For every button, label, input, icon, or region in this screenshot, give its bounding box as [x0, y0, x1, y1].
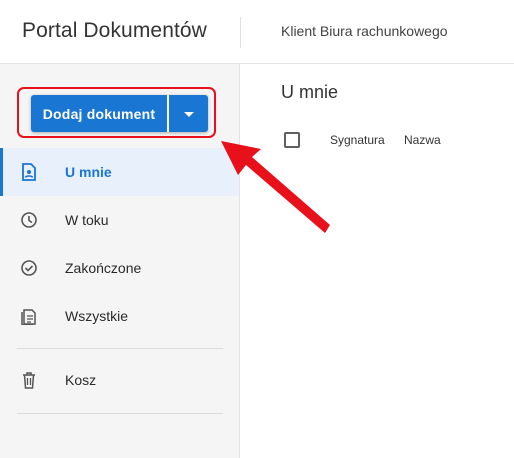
client-name[interactable]: Klient Biura rachunkowego [281, 23, 448, 39]
sidebar-item-label: W toku [65, 212, 109, 228]
page-title: U mnie [281, 82, 339, 102]
column-header-sygnatura[interactable]: Sygnatura [330, 133, 385, 147]
sidebar-divider [17, 413, 223, 414]
documents-icon [20, 307, 38, 325]
sidebar-divider [17, 348, 223, 349]
trash-icon [20, 371, 38, 389]
sidebar-item-kosz[interactable]: Kosz [0, 356, 239, 404]
sidebar-item-label: Zakończone [65, 260, 142, 276]
sidebar-item-zakonczone[interactable]: Zakończone [0, 244, 239, 292]
add-document-dropdown-button[interactable] [169, 95, 208, 132]
select-all-checkbox[interactable] [284, 132, 300, 148]
clock-icon [20, 211, 38, 229]
add-document-button[interactable]: Dodaj dokument [31, 95, 167, 132]
app-title: Portal Dokumentów [22, 19, 207, 42]
sidebar-item-label: U mnie [65, 164, 112, 180]
sidebar-item-w-toku[interactable]: W toku [0, 196, 239, 244]
app-header: Portal Dokumentów Klient Biura rachunkow… [0, 0, 514, 64]
add-document-button-group: Dodaj dokument [31, 95, 208, 132]
caret-down-icon [183, 105, 195, 123]
sidebar-item-u-mnie[interactable]: U mnie [0, 148, 239, 196]
sidebar-item-wszystkie[interactable]: Wszystkie [0, 292, 239, 340]
sidebar-item-label: Kosz [65, 372, 97, 388]
column-header-nazwa[interactable]: Nazwa [404, 133, 441, 147]
person-document-icon [20, 163, 38, 181]
check-circle-icon [20, 259, 38, 277]
sidebar-item-label: Wszystkie [65, 308, 128, 324]
header-divider [240, 17, 241, 48]
